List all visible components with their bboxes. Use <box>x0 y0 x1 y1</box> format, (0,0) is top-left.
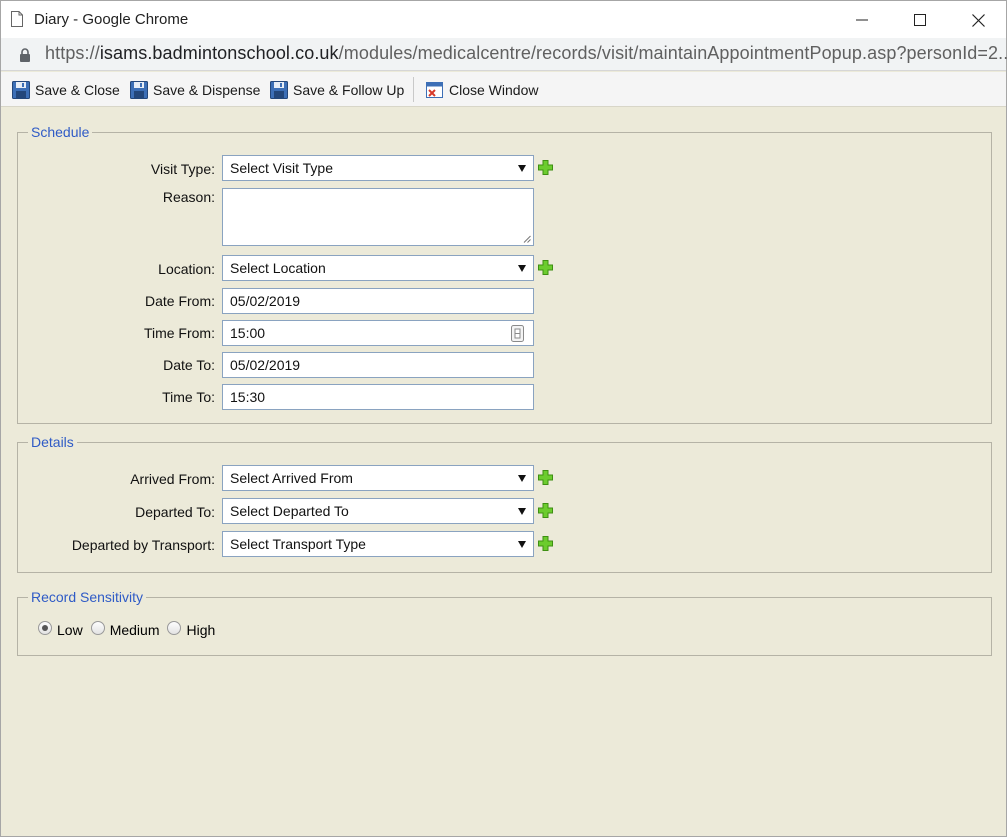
minimize-button[interactable] <box>839 5 885 35</box>
date-to-value: 05/02/2019 <box>230 357 301 373</box>
browser-window: Diary - Google Chrome https://isams.badm… <box>0 0 1007 837</box>
minimize-icon <box>856 19 868 21</box>
transport-select[interactable]: Select Transport Type <box>222 531 534 557</box>
save-close-label: Save & Close <box>35 82 120 98</box>
arrived-from-select[interactable]: Select Arrived From <box>222 465 534 491</box>
url-path: /modules/medicalcentre/records/visit/mai… <box>338 43 1007 63</box>
date-from-input[interactable]: 05/02/2019 <box>222 288 534 314</box>
url-host: isams.badmintonschool.co.uk <box>99 43 339 63</box>
date-to-input[interactable]: 05/02/2019 <box>222 352 534 378</box>
url-scheme: https:// <box>45 43 100 63</box>
schedule-group: Schedule Visit Type: Select Visit Type R… <box>17 124 992 424</box>
time-from-input[interactable]: 15:00 <box>222 320 534 346</box>
address-bar[interactable]: https://isams.badmintonschool.co.uk/modu… <box>1 38 1007 71</box>
sensitivity-low-label: Low <box>57 622 83 638</box>
time-from-value: 15:00 <box>230 325 266 341</box>
maximize-icon <box>914 14 926 26</box>
chevron-down-icon <box>518 474 526 482</box>
save-icon <box>270 81 288 99</box>
date-from-value: 05/02/2019 <box>230 293 301 309</box>
schedule-legend: Schedule <box>28 124 93 140</box>
save-followup-label: Save & Follow Up <box>293 82 405 98</box>
location-label: Location: <box>158 261 215 277</box>
save-dispense-label: Save & Dispense <box>153 82 261 98</box>
sensitivity-high-label: High <box>186 622 216 638</box>
close-icon <box>971 13 985 27</box>
maximize-button[interactable] <box>897 5 943 35</box>
reason-textarea[interactable] <box>222 188 534 246</box>
close-window-icon <box>426 82 443 98</box>
departed-to-label: Departed To: <box>135 504 215 520</box>
departed-to-select[interactable]: Select Departed To <box>222 498 534 524</box>
details-legend: Details <box>28 434 77 450</box>
action-toolbar: Save & Close Save & Dispense Save & Foll… <box>1 72 1006 107</box>
date-from-label: Date From: <box>144 293 215 309</box>
window-title: Diary - Google Chrome <box>34 11 189 28</box>
close-window-button[interactable]: Close Window <box>426 79 538 101</box>
time-picker-icon[interactable] <box>511 325 524 342</box>
reason-label: Reason: <box>162 189 215 205</box>
chevron-down-icon <box>518 164 526 172</box>
add-location-icon[interactable] <box>538 260 553 275</box>
arrived-from-value: Select Arrived From <box>230 470 353 486</box>
close-window-label: Close Window <box>449 82 539 98</box>
location-value: Select Location <box>230 260 326 276</box>
save-followup-button[interactable]: Save & Follow Up <box>270 79 404 101</box>
add-arrived-from-icon[interactable] <box>538 470 553 485</box>
time-to-label: Time To: <box>162 389 215 405</box>
details-group: Details Arrived From: Select Arrived Fro… <box>17 434 992 573</box>
add-transport-icon[interactable] <box>538 536 553 551</box>
save-icon <box>12 81 30 99</box>
save-icon <box>130 81 148 99</box>
toolbar-divider <box>413 77 414 102</box>
sensitivity-radio-group: Low Medium High <box>38 621 223 638</box>
time-from-label: Time From: <box>143 325 215 341</box>
sensitivity-medium-label: Medium <box>109 622 160 638</box>
visit-type-select[interactable]: Select Visit Type <box>222 155 534 181</box>
visit-type-label: Visit Type: <box>150 161 215 177</box>
title-bar: Diary - Google Chrome <box>1 1 1006 38</box>
transport-value: Select Transport Type <box>230 536 366 552</box>
sensitivity-group: Record Sensitivity Low Medium High <box>17 589 992 656</box>
sensitivity-legend: Record Sensitivity <box>28 589 147 605</box>
location-select[interactable]: Select Location <box>222 255 534 281</box>
time-to-value: 15:30 <box>230 389 266 405</box>
radio-unchecked-icon[interactable] <box>167 621 182 635</box>
sensitivity-low-radio[interactable]: Low <box>38 621 83 638</box>
sensitivity-high-radio[interactable]: High <box>167 621 216 638</box>
save-close-button[interactable]: Save & Close <box>12 79 120 101</box>
chevron-down-icon <box>518 507 526 515</box>
transport-label: Departed by Transport: <box>71 537 215 553</box>
arrived-from-label: Arrived From: <box>130 471 215 487</box>
sensitivity-medium-radio[interactable]: Medium <box>90 621 160 638</box>
chevron-down-icon <box>518 540 526 548</box>
radio-checked-icon[interactable] <box>38 621 52 635</box>
save-dispense-button[interactable]: Save & Dispense <box>130 79 260 101</box>
page-icon <box>11 11 23 27</box>
time-to-input[interactable]: 15:30 <box>222 384 534 410</box>
radio-unchecked-icon[interactable] <box>90 621 105 635</box>
add-departed-to-icon[interactable] <box>538 503 553 518</box>
add-visit-type-icon[interactable] <box>538 160 553 175</box>
resize-handle-icon[interactable] <box>523 235 531 243</box>
visit-type-value: Select Visit Type <box>230 160 333 176</box>
url-text[interactable]: https://isams.badmintonschool.co.uk/modu… <box>45 43 1007 64</box>
close-button[interactable] <box>955 5 1001 35</box>
departed-to-value: Select Departed To <box>230 503 349 519</box>
lock-icon <box>20 48 30 62</box>
chevron-down-icon <box>518 264 526 272</box>
date-to-label: Date To: <box>163 357 215 373</box>
